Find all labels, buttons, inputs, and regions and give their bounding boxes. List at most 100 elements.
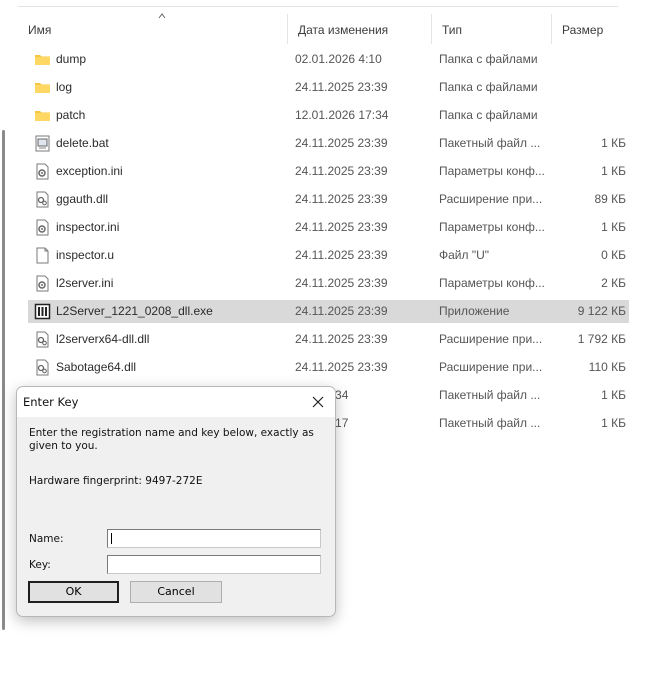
file-type: Папка с файлами	[439, 80, 538, 94]
file-size: 9 122 КБ	[577, 304, 626, 318]
file-type: Пакетный файл ...	[439, 388, 541, 402]
dll-file-icon	[34, 331, 51, 348]
column-header-date-label: Дата изменения	[298, 23, 389, 37]
file-type: Пакетный файл ...	[439, 136, 541, 150]
dialog-title-bar[interactable]: Enter Key	[17, 387, 335, 417]
file-date: 24.11.2025 23:39	[295, 220, 388, 234]
file-type: Параметры конф...	[439, 220, 545, 234]
settings-file-icon	[34, 163, 51, 180]
file-size	[548, 104, 626, 127]
file-size: 1 КБ	[601, 388, 626, 402]
name-input[interactable]	[107, 529, 321, 548]
file-row[interactable]: inspector.u 24.11.2025 23:39 Файл "U" 0 КБ	[28, 244, 629, 267]
file-date: 24.11.2025 23:39	[295, 164, 388, 178]
file-name: patch	[56, 108, 86, 122]
file-size	[548, 76, 626, 99]
exe-file-icon	[34, 303, 51, 320]
ok-button[interactable]: OK	[28, 581, 119, 603]
file-size: 1 КБ	[601, 136, 626, 150]
close-icon[interactable]	[307, 391, 329, 413]
file-date: 24.11.2025 23:39	[295, 332, 388, 346]
cancel-button[interactable]: Cancel	[130, 581, 222, 603]
column-header-type-label: Тип	[442, 23, 463, 37]
enter-key-dialog: Enter Key Enter the registration name an…	[16, 386, 336, 617]
file-name: exception.ini	[56, 164, 123, 178]
dialog-message: Enter the registration name and key belo…	[29, 427, 314, 452]
file-date: 02.01.2026 4:10	[295, 52, 382, 66]
vertical-scrollbar[interactable]	[2, 130, 5, 630]
folder-icon	[34, 51, 51, 68]
column-header-name-label: Имя	[28, 23, 52, 37]
file-type: Параметры конф...	[439, 276, 545, 290]
file-name: delete.bat	[56, 136, 109, 150]
file-row[interactable]: Sabotage64.dll 24.11.2025 23:39 Расширение…	[28, 356, 629, 379]
file-size: 89 КБ	[594, 192, 626, 206]
column-header-date[interactable]: Дата изменения	[288, 14, 432, 44]
file-type: Параметры конф...	[439, 164, 545, 178]
file-type: Папка с файлами	[439, 108, 538, 122]
dialog-title: Enter Key	[23, 395, 79, 409]
file-row[interactable]: inspector.ini 24.11.2025 23:39 Параметры к…	[28, 216, 629, 239]
folder-icon	[34, 107, 51, 124]
key-input[interactable]	[107, 555, 321, 574]
folder-icon	[34, 79, 51, 96]
file-type: Приложение	[439, 304, 510, 318]
file-date: 24.11.2025 23:39	[295, 360, 388, 374]
file-type: Файл "U"	[439, 248, 490, 262]
file-type: Расширение при...	[439, 332, 543, 346]
name-label: Name:	[29, 533, 64, 545]
file-row[interactable]: l2serverx64-dll.dll 24.11.2025 23:39 Расши…	[28, 328, 629, 351]
file-row[interactable]: exception.ini 24.11.2025 23:39 Параметры к…	[28, 160, 629, 183]
fingerprint-label: Hardware fingerprint:	[29, 475, 142, 487]
settings-file-icon	[34, 219, 51, 236]
file-name: log	[56, 80, 73, 94]
file-size: 1 КБ	[601, 164, 626, 178]
file-name: dump	[56, 52, 87, 66]
fingerprint-value: 9497-272E	[145, 475, 203, 487]
column-header-size[interactable]: Размер	[552, 14, 632, 44]
file-size: 1 КБ	[601, 416, 626, 430]
file-name: ggauth.dll	[56, 192, 109, 206]
text-caret	[111, 533, 112, 544]
file-type: Пакетный файл ...	[439, 416, 541, 430]
dll-file-icon	[34, 191, 51, 208]
file-date: 24.11.2025 23:39	[295, 248, 388, 262]
file-size: 2 КБ	[601, 276, 626, 290]
file-name: L2Server_1221_0208_dll.exe	[56, 304, 213, 318]
file-row[interactable]: dump 02.01.2026 4:10 Папка с файлами	[28, 48, 629, 71]
file-size: 1 792 КБ	[577, 332, 626, 346]
column-header-row: Имя Дата изменения Тип Размер	[18, 13, 632, 44]
file-type: Папка с файлами	[439, 52, 538, 66]
file-name: inspector.ini	[56, 220, 120, 234]
file-row[interactable]: delete.bat 24.11.2025 23:39 Пакетный файл …	[28, 132, 629, 155]
file-name: l2server.ini	[56, 276, 114, 290]
file-type: Расширение при...	[439, 192, 543, 206]
file-date: 24.11.2025 23:39	[295, 276, 388, 290]
hardware-fingerprint: Hardware fingerprint: 9497-272E	[29, 475, 202, 487]
file-size	[548, 48, 626, 71]
file-row[interactable]: L2Server_1221_0208_dll.exe 24.11.2025 23:…	[28, 300, 629, 323]
file-date: 24.11.2025 23:39	[295, 192, 388, 206]
file-date: 12.01.2026 17:34	[295, 108, 389, 122]
sort-ascending-icon	[158, 13, 166, 19]
column-header-type[interactable]: Тип	[432, 14, 552, 44]
file-date: 24.11.2025 23:39	[295, 304, 388, 318]
column-header-size-label: Размер	[562, 23, 604, 37]
file-row[interactable]: patch 12.01.2026 17:34 Папка с файлами	[28, 104, 629, 127]
file-row[interactable]: log 24.11.2025 23:39 Папка с файлами	[28, 76, 629, 99]
dll-file-icon	[34, 359, 51, 376]
file-size: 1 КБ	[601, 220, 626, 234]
file-type: Расширение при...	[439, 360, 543, 374]
address-bar-remnant	[18, 0, 618, 7]
file-row[interactable]: l2server.ini 24.11.2025 23:39 Параметры ко…	[28, 272, 629, 295]
column-header-name[interactable]: Имя	[18, 13, 288, 44]
file-name: inspector.u	[56, 248, 115, 262]
file-name: l2serverx64-dll.dll	[56, 332, 150, 346]
file-row[interactable]: ggauth.dll 24.11.2025 23:39 Расширение при…	[28, 188, 629, 211]
blank-file-icon	[34, 247, 51, 264]
file-date: 24.11.2025 23:39	[295, 80, 388, 94]
file-date: 24.11.2025 23:39	[295, 136, 388, 150]
file-size: 110 КБ	[588, 360, 626, 374]
settings-file-icon	[34, 275, 51, 292]
file-name: Sabotage64.dll	[56, 360, 137, 374]
